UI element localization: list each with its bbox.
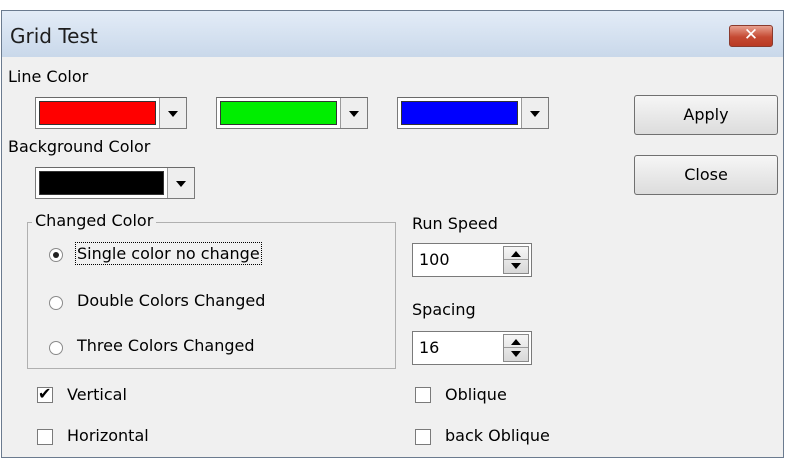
radio-single-color[interactable] (49, 248, 63, 262)
close-button[interactable]: Close (634, 155, 778, 195)
chevron-down-icon (349, 111, 359, 117)
spacing-spin-buttons[interactable] (503, 334, 529, 362)
run-speed-spin-buttons[interactable] (503, 246, 529, 274)
grid-test-dialog: Grid Test ✕ Line Color Background Color … (1, 10, 784, 458)
run-speed-label: Run Speed (412, 214, 498, 233)
background-color-picker[interactable] (35, 167, 195, 199)
title-bar[interactable]: Grid Test ✕ (2, 11, 783, 57)
run-speed-stepper[interactable]: 100 (412, 243, 532, 277)
line-color-swatch-3 (401, 101, 518, 125)
horizontal-label[interactable]: Horizontal (67, 426, 149, 445)
radio-selected-dot (53, 252, 59, 258)
vertical-label[interactable]: Vertical (67, 385, 127, 404)
spacing-value[interactable]: 16 (419, 338, 439, 357)
back-oblique-label[interactable]: back Oblique (445, 426, 550, 445)
background-color-swatch (39, 171, 164, 195)
chevron-down-icon (176, 181, 186, 187)
line-color-picker-3[interactable] (397, 97, 549, 129)
line-color-dropdown-1[interactable] (159, 98, 186, 128)
line-color-dropdown-2[interactable] (340, 98, 367, 128)
close-icon: ✕ (743, 25, 759, 45)
window-close-button[interactable]: ✕ (729, 25, 773, 47)
radio-double-colors-label[interactable]: Double Colors Changed (77, 291, 265, 310)
back-oblique-checkbox[interactable] (415, 429, 431, 445)
check-icon: ✔ (38, 384, 52, 403)
spacing-decrement[interactable] (504, 348, 528, 361)
run-speed-increment[interactable] (504, 247, 528, 260)
line-color-swatch-2 (220, 101, 337, 125)
changed-color-title: Changed Color (32, 211, 157, 230)
vertical-checkbox[interactable]: ✔ (37, 384, 53, 403)
radio-single-color-label[interactable]: Single color no change (75, 242, 262, 265)
chevron-down-icon (511, 263, 521, 269)
background-color-label: Background Color (8, 137, 151, 156)
line-color-picker-2[interactable] (216, 97, 368, 129)
oblique-label[interactable]: Oblique (445, 385, 507, 404)
oblique-checkbox[interactable] (415, 387, 431, 403)
background-color-dropdown[interactable] (167, 168, 194, 198)
line-color-label: Line Color (8, 67, 89, 86)
chevron-down-icon (530, 111, 540, 117)
radio-three-colors[interactable] (49, 341, 63, 355)
run-speed-value[interactable]: 100 (419, 250, 450, 269)
chevron-down-icon (511, 351, 521, 357)
chevron-up-icon (511, 339, 521, 345)
radio-double-colors[interactable] (49, 296, 63, 310)
line-color-dropdown-3[interactable] (521, 98, 548, 128)
chevron-up-icon (511, 251, 521, 257)
line-color-swatch-1 (39, 101, 156, 125)
radio-three-colors-label[interactable]: Three Colors Changed (77, 336, 255, 355)
line-color-picker-1[interactable] (35, 97, 187, 129)
spacing-stepper[interactable]: 16 (412, 331, 532, 365)
chevron-down-icon (168, 111, 178, 117)
apply-button[interactable]: Apply (634, 95, 778, 135)
horizontal-checkbox[interactable] (37, 429, 53, 445)
spacing-increment[interactable] (504, 335, 528, 348)
window-title: Grid Test (10, 24, 98, 48)
run-speed-decrement[interactable] (504, 260, 528, 273)
spacing-label: Spacing (412, 300, 476, 319)
